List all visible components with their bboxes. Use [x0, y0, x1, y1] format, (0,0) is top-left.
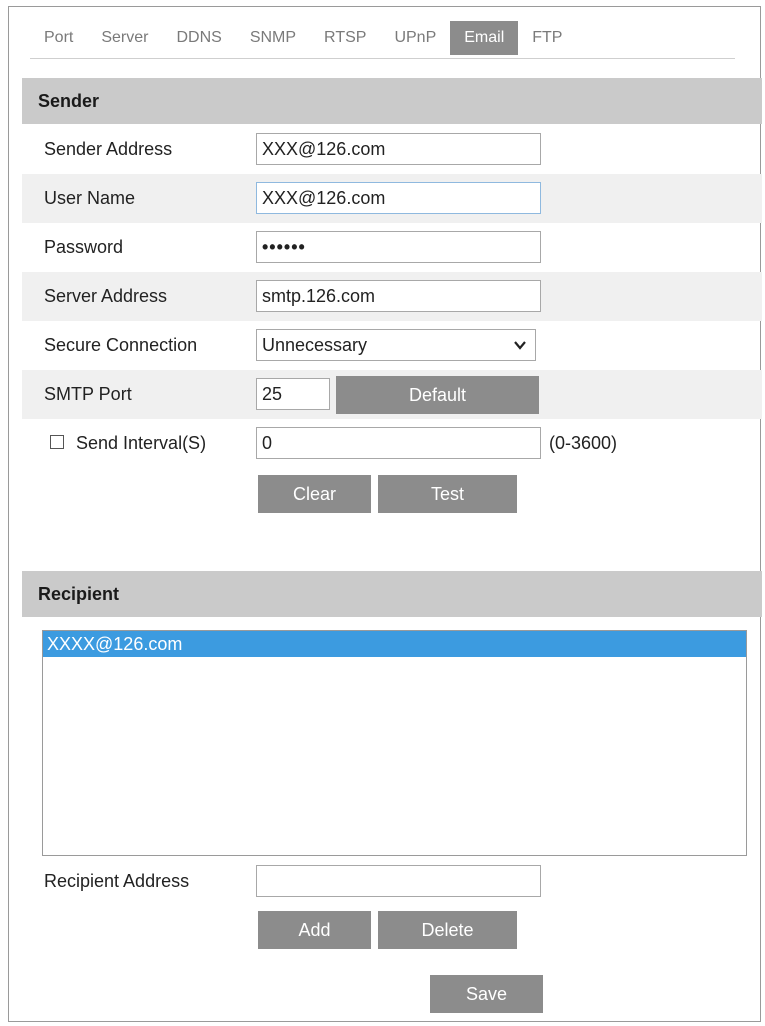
tab-bar: Port Server DDNS SNMP RTSP UPnP Email FT…: [30, 18, 576, 58]
server-address-row: Server Address smtp.126.com: [22, 272, 762, 321]
secure-connection-value: Unnecessary: [262, 335, 368, 355]
secure-connection-row: Secure Connection Unnecessary: [22, 321, 762, 370]
tab-ddns[interactable]: DDNS: [162, 21, 235, 55]
tab-rtsp[interactable]: RTSP: [310, 21, 380, 55]
user-name-label: User Name: [44, 188, 136, 208]
tab-port[interactable]: Port: [30, 21, 87, 55]
save-button[interactable]: Save: [430, 975, 543, 1013]
server-address-input[interactable]: smtp.126.com: [256, 280, 541, 312]
smtp-port-input[interactable]: 25: [256, 378, 330, 410]
password-input[interactable]: ••••••: [256, 231, 541, 263]
recipient-list[interactable]: XXXX@126.com: [42, 630, 747, 856]
recipient-address-label: Recipient Address: [44, 871, 190, 891]
tab-snmp[interactable]: SNMP: [236, 21, 310, 55]
smtp-port-row: SMTP Port 25 Default: [22, 370, 762, 419]
send-interval-label: Send Interval(S): [76, 433, 207, 453]
secure-connection-select[interactable]: Unnecessary: [256, 329, 536, 361]
smtp-port-label: SMTP Port: [44, 384, 132, 404]
sender-section-header: Sender: [22, 78, 762, 124]
chevron-down-icon: [514, 341, 526, 350]
default-button[interactable]: Default: [336, 376, 539, 414]
tab-server[interactable]: Server: [87, 21, 162, 55]
send-interval-input[interactable]: 0: [256, 427, 541, 459]
add-button[interactable]: Add: [258, 911, 371, 949]
recipient-address-input[interactable]: [256, 865, 541, 897]
password-label: Password: [44, 237, 124, 257]
tab-ftp[interactable]: FTP: [518, 21, 576, 55]
list-item[interactable]: XXXX@126.com: [43, 631, 746, 657]
password-row: Password ••••••: [22, 223, 762, 272]
send-interval-checkbox[interactable]: [50, 435, 64, 449]
send-interval-row: Send Interval(S) 0 (0-3600): [22, 419, 762, 468]
user-name-input[interactable]: XXX@126.com: [256, 182, 541, 214]
user-name-row: User Name XXX@126.com: [22, 174, 762, 223]
tab-divider: [30, 58, 735, 59]
tab-email[interactable]: Email: [450, 21, 519, 55]
recipient-address-row: Recipient Address: [22, 857, 762, 906]
recipient-section-header: Recipient: [22, 571, 762, 617]
delete-button[interactable]: Delete: [378, 911, 517, 949]
test-button[interactable]: Test: [378, 475, 517, 513]
server-address-label: Server Address: [44, 286, 168, 306]
send-interval-range: (0-3600): [549, 433, 618, 453]
sender-address-label: Sender Address: [44, 139, 173, 159]
sender-address-row: Sender Address XXX@126.com: [22, 125, 762, 174]
secure-connection-label: Secure Connection: [44, 335, 198, 355]
clear-button[interactable]: Clear: [258, 475, 371, 513]
sender-address-input[interactable]: XXX@126.com: [256, 133, 541, 165]
tab-upnp[interactable]: UPnP: [380, 21, 450, 55]
